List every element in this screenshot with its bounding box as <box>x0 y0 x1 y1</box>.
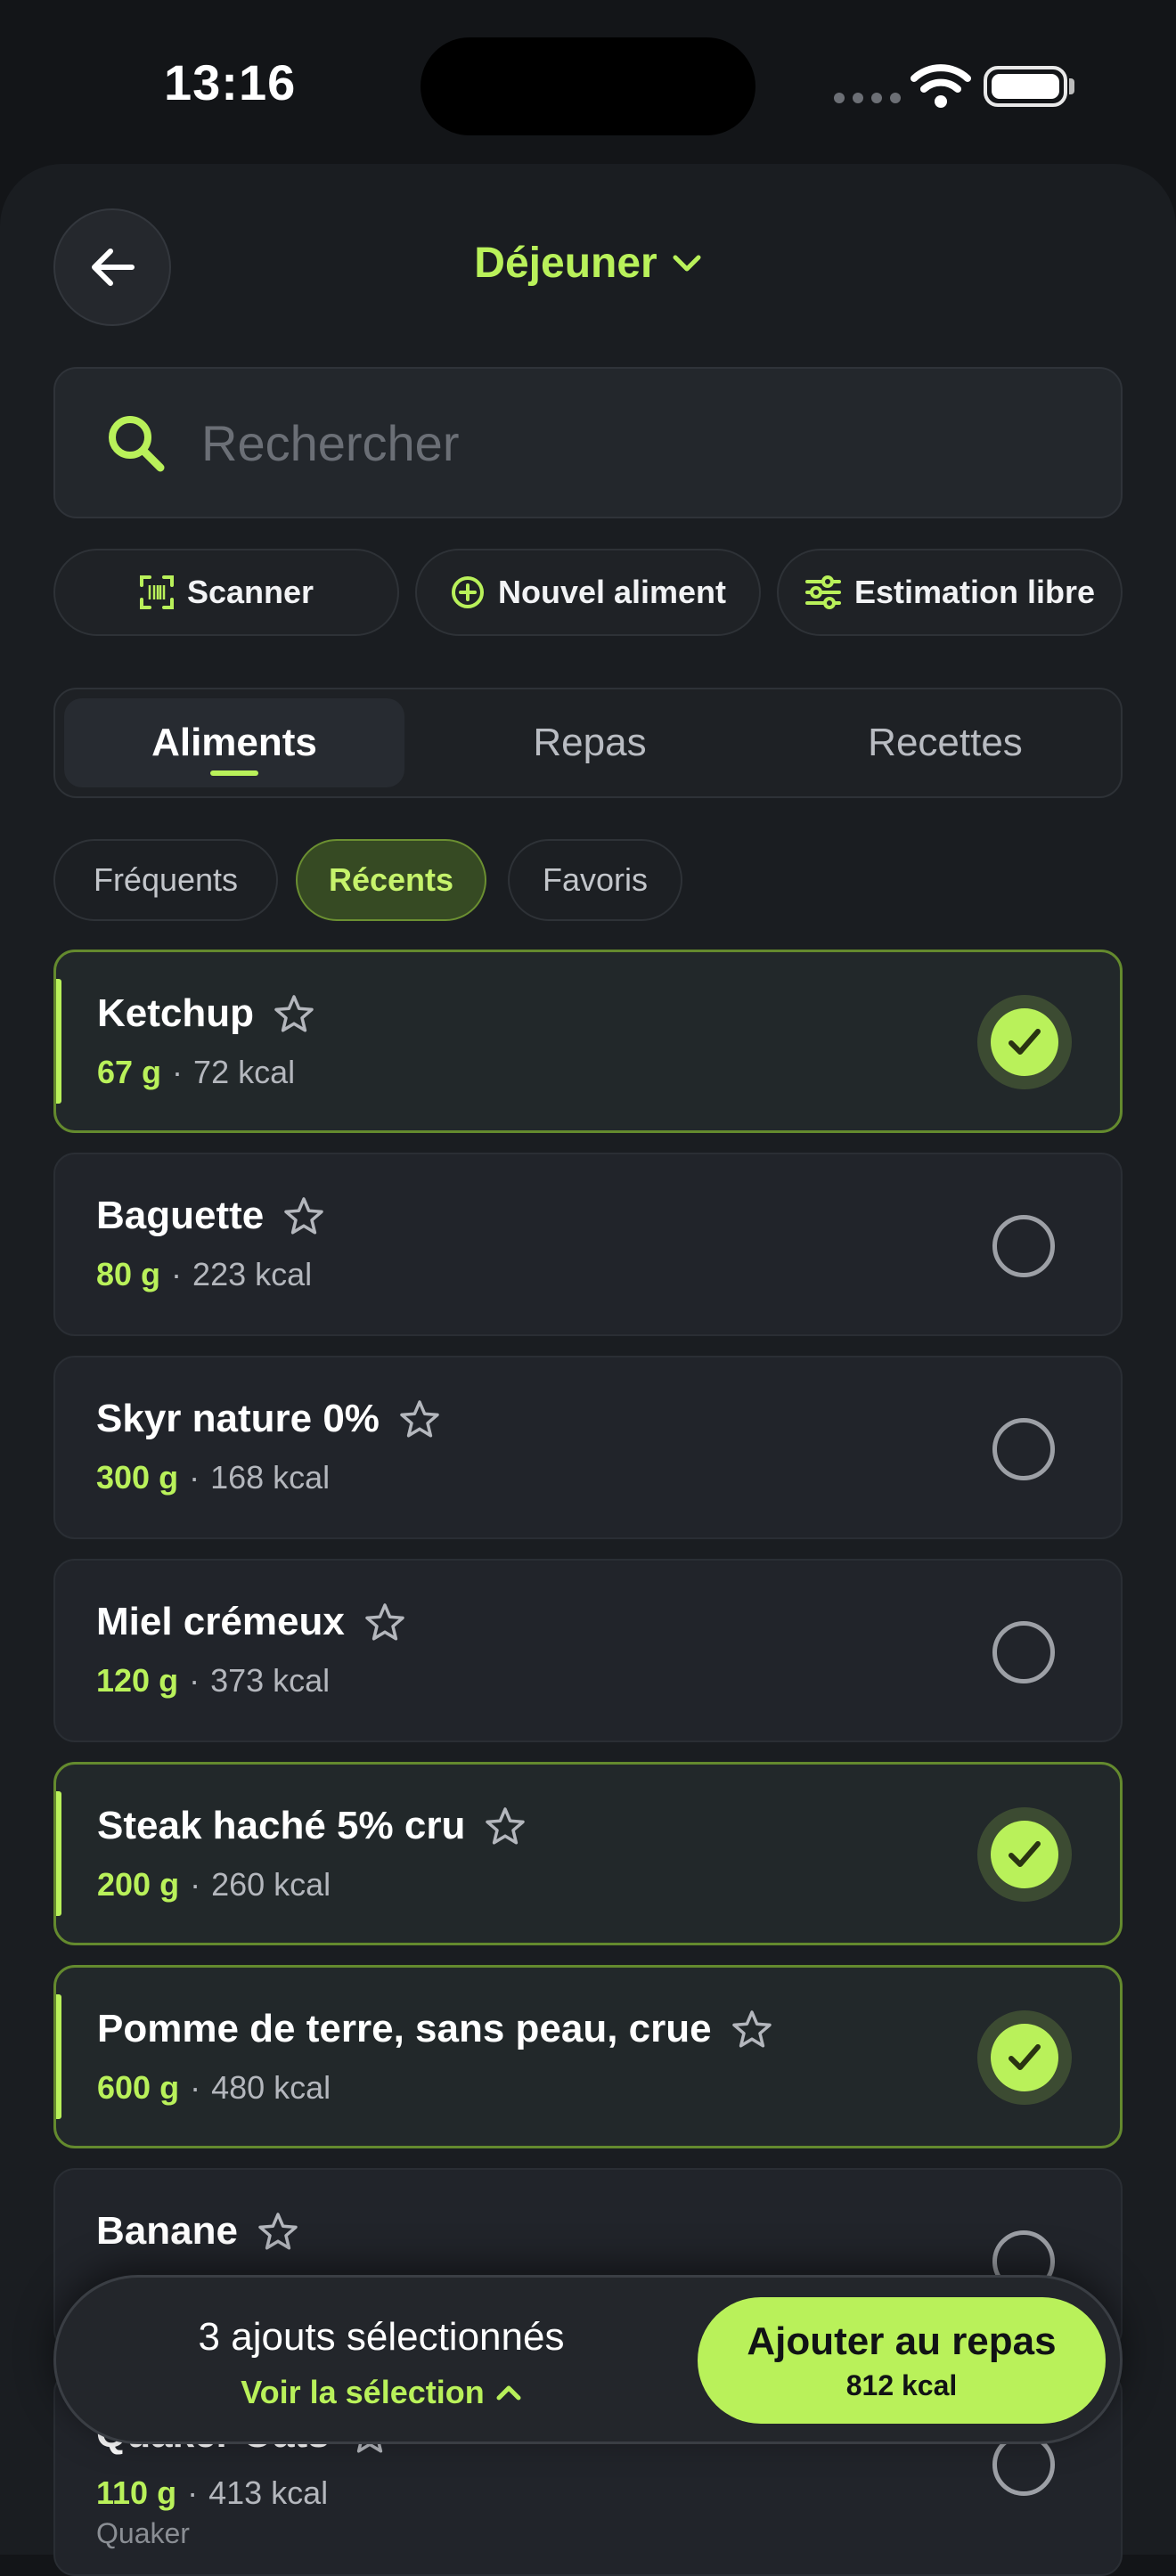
search-input[interactable] <box>201 413 1003 472</box>
food-quantity: 120 g <box>96 1662 179 1699</box>
separator-dot: · <box>190 2069 201 2106</box>
dynamic-island <box>421 37 755 135</box>
meal-selector[interactable]: Déjeuner <box>0 239 1176 288</box>
food-card-miel[interactable]: Miel crémeux 120 g · 373 kcal <box>53 1559 1123 1742</box>
separator-dot: · <box>189 1459 200 1496</box>
selection-bar: 3 ajouts sélectionnés Voir la sélection … <box>53 2275 1123 2444</box>
food-quantity: 67 g <box>97 1054 162 1090</box>
food-brand: Quaker <box>96 2517 190 2549</box>
page-title: Déjeuner <box>474 240 657 287</box>
view-selection-link[interactable]: Voir la sélection <box>56 2374 706 2411</box>
search-icon <box>109 416 165 472</box>
add-to-meal-button[interactable]: Ajouter au repas 812 kcal <box>698 2297 1106 2424</box>
star-outline-icon[interactable] <box>731 2009 772 2049</box>
selected-accent-bar <box>56 979 61 1104</box>
barcode-scan-icon <box>139 575 174 609</box>
filter-favoris[interactable]: Favoris <box>508 839 682 921</box>
search-bar <box>53 367 1123 518</box>
food-quantity: 200 g <box>97 1866 180 1903</box>
tab-aliments[interactable]: Aliments <box>64 689 404 796</box>
separator-dot: · <box>172 1054 184 1090</box>
separator-dot: · <box>190 1866 201 1903</box>
filter-recents[interactable]: Récents <box>296 839 486 921</box>
selected-accent-bar <box>56 1791 61 1916</box>
food-kcal: 72 kcal <box>193 1054 296 1090</box>
food-quantity: 300 g <box>96 1459 179 1496</box>
separator-dot: · <box>189 1662 200 1699</box>
sliders-icon <box>804 575 841 609</box>
free-estimate-label: Estimation libre <box>853 574 1096 610</box>
star-outline-icon[interactable] <box>283 1196 324 1235</box>
chevron-up-icon <box>496 2385 521 2401</box>
food-kcal: 480 kcal <box>211 2069 331 2106</box>
tab-recettes[interactable]: Recettes <box>775 689 1115 796</box>
filter-frequents[interactable]: Fréquents <box>53 839 278 921</box>
chevron-down-icon <box>673 255 701 271</box>
food-quantity: 110 g <box>96 2474 177 2511</box>
food-kcal: 168 kcal <box>210 1459 331 1496</box>
scanner-button[interactable]: Scanner <box>53 549 399 636</box>
check-circle-icon[interactable] <box>991 1008 1058 1076</box>
add-to-meal-label: Ajouter au repas <box>747 2319 1057 2363</box>
selected-accent-bar <box>56 1994 61 2119</box>
check-circle-icon[interactable] <box>991 2024 1058 2091</box>
selection-count: 3 ajouts sélectionnés <box>198 2315 565 2359</box>
star-outline-icon[interactable] <box>399 1399 440 1439</box>
battery-tip <box>1069 78 1074 94</box>
food-name: Miel crémeux <box>96 1600 345 1643</box>
food-name: Baguette <box>96 1194 265 1237</box>
select-radio[interactable] <box>992 1418 1055 1480</box>
active-tab-indicator <box>210 770 258 776</box>
status-time: 13:16 <box>164 54 297 110</box>
free-estimate-button[interactable]: Estimation libre <box>777 549 1123 636</box>
plus-circle-icon <box>451 576 484 608</box>
food-name: Ketchup <box>97 991 254 1035</box>
check-circle-icon[interactable] <box>991 1821 1058 1888</box>
food-kcal: 413 kcal <box>208 2474 329 2511</box>
food-name: Banane <box>96 2209 238 2253</box>
food-kcal: 223 kcal <box>192 1256 313 1292</box>
food-card-skyr[interactable]: Skyr nature 0% 300 g · 168 kcal <box>53 1356 1123 1539</box>
scanner-label: Scanner <box>186 574 314 610</box>
food-quantity: 600 g <box>97 2069 180 2106</box>
food-kcal: 260 kcal <box>211 1866 331 1903</box>
separator-dot: · <box>187 2474 199 2511</box>
star-outline-icon[interactable] <box>257 2212 298 2251</box>
select-radio[interactable] <box>992 1215 1055 1277</box>
food-name: Pomme de terre, sans peau, crue <box>97 2007 712 2050</box>
total-kcal: 812 kcal <box>845 2368 958 2401</box>
cellular-signal-icon <box>834 93 901 103</box>
food-quantity: 80 g <box>96 1256 161 1292</box>
food-card-ketchup[interactable]: Ketchup 67 g · 72 kcal <box>53 950 1123 1133</box>
food-card-pomme-de-terre[interactable]: Pomme de terre, sans peau, crue 600 g · 48… <box>53 1965 1123 2148</box>
tab-repas[interactable]: Repas <box>420 689 760 796</box>
new-food-label: Nouvel aliment <box>497 574 727 610</box>
food-name: Skyr nature 0% <box>96 1397 380 1440</box>
view-selection-label: Voir la sélection <box>241 2374 485 2410</box>
select-radio[interactable] <box>992 1621 1055 1683</box>
star-outline-icon[interactable] <box>485 1806 526 1846</box>
food-name: Steak haché 5% cru <box>97 1804 466 1847</box>
separator-dot: · <box>171 1256 183 1292</box>
food-card-steak[interactable]: Steak haché 5% cru 200 g · 260 kcal <box>53 1762 1123 1945</box>
star-outline-icon[interactable] <box>364 1602 405 1642</box>
new-food-button[interactable]: Nouvel aliment <box>415 549 761 636</box>
category-tabs: Aliments Repas Recettes <box>53 688 1123 798</box>
battery-icon <box>984 66 1067 107</box>
food-card-baguette[interactable]: Baguette 80 g · 223 kcal <box>53 1153 1123 1336</box>
wifi-icon <box>911 64 971 108</box>
food-kcal: 373 kcal <box>210 1662 331 1699</box>
star-outline-icon[interactable] <box>274 994 314 1033</box>
